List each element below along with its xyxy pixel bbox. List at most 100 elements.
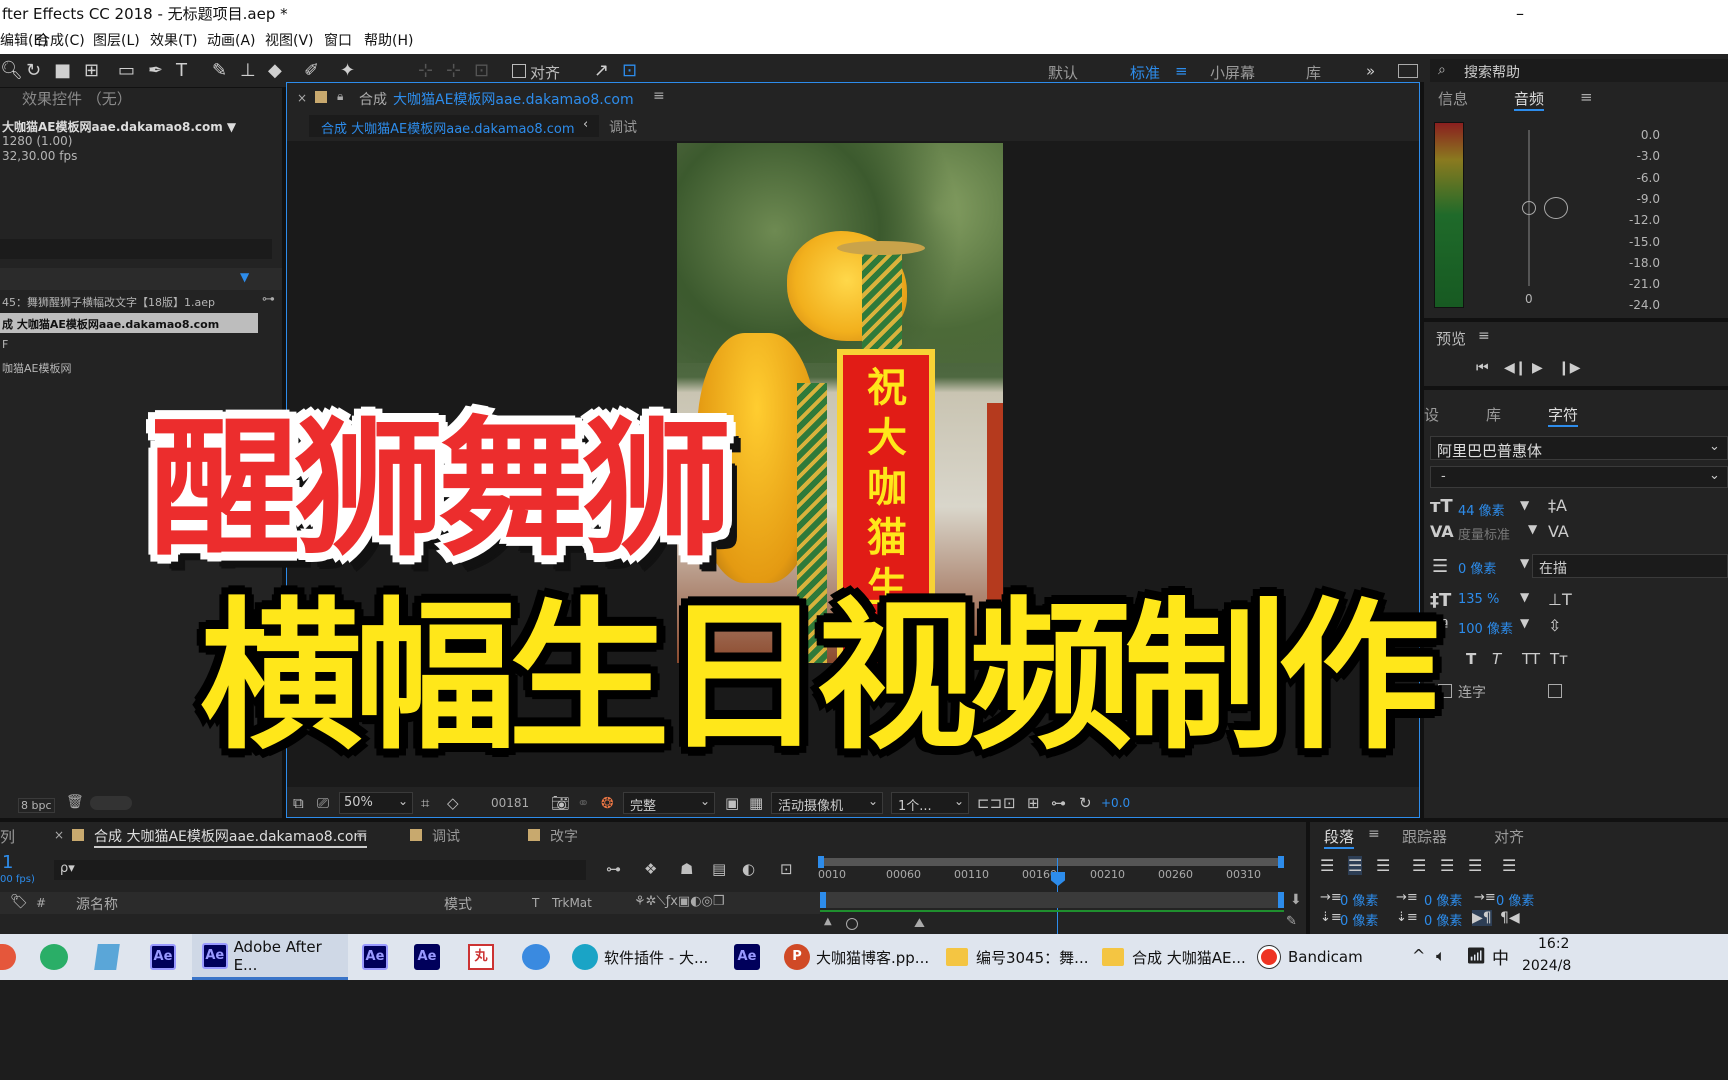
tab-character[interactable]: 字符 bbox=[1548, 404, 1579, 427]
show-snapshot-icon[interactable]: ⚭ bbox=[577, 794, 590, 812]
all-caps-button[interactable]: TT bbox=[1522, 650, 1540, 668]
taskbar-item-powerpoint[interactable]: P 大咖猫博客.pp... bbox=[784, 934, 929, 980]
breadcrumb-debug[interactable]: 调试 bbox=[609, 117, 637, 137]
flowchart-icon[interactable]: ⊶ bbox=[1051, 794, 1066, 812]
faux-italic-button[interactable]: T bbox=[1492, 650, 1501, 668]
project-search-input[interactable] bbox=[0, 239, 272, 259]
axis-world-icon[interactable]: ⊹ bbox=[446, 60, 461, 81]
more-workspaces-button[interactable]: » bbox=[1366, 62, 1375, 80]
timeline-tab-debug[interactable]: 调试 bbox=[432, 826, 460, 846]
timeline-tab-main[interactable]: 合成 大咖猫AE模板网aae.dakamao8.com bbox=[94, 826, 368, 848]
trash-icon[interactable]: 🗑︎ bbox=[66, 794, 84, 810]
workspace-default[interactable]: 默认 bbox=[1048, 62, 1078, 83]
tab-audio[interactable]: 音频 bbox=[1514, 88, 1545, 111]
effects-panel-title[interactable]: 效果控件 （无） bbox=[22, 88, 132, 109]
column-trkmat[interactable]: TrkMat bbox=[552, 896, 592, 910]
ae-taskbar-icon-2[interactable]: Ae bbox=[362, 934, 388, 980]
roto-brush-tool-icon[interactable]: ✐ bbox=[304, 60, 319, 81]
views-select[interactable]: 1个... ⌄ bbox=[891, 792, 969, 814]
menu-effect[interactable]: 效果(T) bbox=[150, 28, 197, 54]
menu-window[interactable]: 窗口 bbox=[324, 28, 352, 54]
comp-tab-menu-icon[interactable]: ≡ bbox=[653, 88, 665, 104]
workspace-menu-icon[interactable]: ≡ bbox=[1175, 62, 1188, 80]
chevron-down-icon[interactable]: ▼ bbox=[1520, 498, 1529, 512]
menu-animation[interactable]: 动画(A) bbox=[207, 28, 256, 54]
help-search-box[interactable]: ⌕ 搜索帮助 bbox=[1430, 59, 1728, 83]
justify-center-icon[interactable]: ☰ bbox=[1440, 856, 1454, 875]
indent-right-value[interactable]: 0 像素 bbox=[1424, 890, 1462, 909]
clone-stamp-tool-icon[interactable]: ⊥ bbox=[240, 60, 256, 81]
snap-box-icon[interactable]: ⊡ bbox=[622, 60, 637, 81]
stroke-type-select[interactable]: 在描 bbox=[1532, 554, 1728, 578]
align-right-icon[interactable]: ☰ bbox=[1376, 856, 1390, 875]
resolution-select[interactable]: 完整 ⌄ bbox=[623, 792, 715, 814]
puppet-pin-tool-icon[interactable]: ✦ bbox=[340, 60, 355, 81]
ime-indicator[interactable]: 中 bbox=[1492, 944, 1509, 969]
clock-time[interactable]: 16:2 bbox=[1538, 936, 1569, 952]
wrench-icon[interactable]: ✎ bbox=[1286, 914, 1297, 929]
keyboard-icon[interactable] bbox=[1398, 64, 1418, 78]
motion-blur-icon[interactable]: ◐ bbox=[742, 860, 755, 878]
volume-slider-left[interactable] bbox=[1522, 201, 1536, 215]
close-tab-icon[interactable]: × bbox=[54, 828, 64, 842]
layer-duration-bar[interactable] bbox=[820, 892, 1284, 908]
align-checkbox[interactable] bbox=[512, 64, 526, 78]
justify-all-icon[interactable]: ☰ bbox=[1502, 856, 1516, 875]
project-item-footage[interactable]: 咖猫AE模板网 bbox=[2, 360, 71, 376]
first-frame-icon[interactable]: ⏮ bbox=[1476, 360, 1489, 376]
snap-icon[interactable]: ↗ bbox=[594, 60, 609, 81]
monitor-icon[interactable]: ⎚ bbox=[317, 794, 329, 812]
draft-3d-icon[interactable]: ❖ bbox=[644, 860, 657, 878]
pen-tool-icon[interactable]: ✒ bbox=[148, 60, 163, 81]
zoom-tool-icon[interactable]: 🔍︎ bbox=[0, 60, 23, 81]
ligature-checkbox[interactable] bbox=[1438, 684, 1452, 698]
flowchart-icon[interactable]: ⊶ bbox=[262, 292, 275, 307]
justify-left-icon[interactable]: ☰ bbox=[1412, 856, 1426, 875]
vertical-scale-value[interactable]: 135 % bbox=[1458, 592, 1499, 607]
camera-tool-icon[interactable]: ■ bbox=[54, 60, 71, 81]
rotate-tool-icon[interactable]: ↻ bbox=[26, 60, 41, 81]
volume-icon[interactable]: 🔈︎ bbox=[1436, 946, 1446, 966]
small-caps-button[interactable]: Tт bbox=[1550, 650, 1568, 668]
workspace-library[interactable]: 库 bbox=[1306, 62, 1321, 83]
taskbar-item-bandicam[interactable]: Bandicam bbox=[1258, 934, 1363, 980]
rectangle-tool-icon[interactable]: ▭ bbox=[118, 60, 135, 81]
wechat-icon[interactable] bbox=[40, 934, 70, 980]
column-mode[interactable]: 模式 bbox=[444, 894, 472, 914]
eraser-tool-icon[interactable]: ◆ bbox=[268, 60, 282, 81]
indent-first-value[interactable]: 0 像素 bbox=[1496, 890, 1534, 909]
ltr-direction-icon[interactable]: ▶¶ bbox=[1472, 910, 1492, 926]
toggle-pixel-aspect-icon[interactable]: ⊏⊐ bbox=[977, 794, 1002, 812]
menu-view[interactable]: 视图(V) bbox=[265, 28, 314, 54]
workspace-small-screen[interactable]: 小屏幕 bbox=[1210, 62, 1255, 83]
hide-shy-layers-icon[interactable]: ☗ bbox=[680, 860, 693, 878]
pan-behind-tool-icon[interactable]: ⊞ bbox=[84, 60, 99, 81]
axis-local-icon[interactable]: ⊹ bbox=[418, 60, 433, 81]
minimize-button[interactable]: – bbox=[1516, 0, 1524, 28]
align-left-icon[interactable]: ☰ bbox=[1320, 856, 1334, 875]
current-time[interactable]: 00181 bbox=[491, 796, 529, 810]
region-of-interest-icon[interactable]: ▣ bbox=[725, 794, 739, 812]
panel-menu-icon[interactable]: ≡ bbox=[356, 826, 368, 842]
panel-menu-icon[interactable]: ≡ bbox=[1368, 826, 1380, 842]
comp-marker-bin-icon[interactable]: ⬇ bbox=[1290, 892, 1302, 908]
project-item-folder[interactable]: F bbox=[2, 338, 8, 351]
menu-composition[interactable]: 合成(C) bbox=[36, 28, 85, 54]
justify-right-icon[interactable]: ☰ bbox=[1468, 856, 1482, 875]
space-before-value[interactable]: 0 像素 bbox=[1340, 910, 1378, 929]
next-frame-icon[interactable]: ❙▶ bbox=[1558, 360, 1581, 376]
kerning-value[interactable]: 度量标准 bbox=[1458, 524, 1510, 543]
panel-menu-icon[interactable]: ≡ bbox=[1580, 88, 1593, 106]
tab-align[interactable]: 对齐 bbox=[1494, 826, 1524, 847]
chevron-down-icon[interactable]: ▼ bbox=[1520, 556, 1529, 570]
hindi-digits-checkbox[interactable] bbox=[1548, 684, 1562, 698]
project-item-selected[interactable]: 成 大咖猫AE模板网aae.dakamao8.com bbox=[0, 313, 258, 333]
tab-paragraph[interactable]: 段落 bbox=[1324, 826, 1355, 849]
taskbar-item-folder-2[interactable]: 合成 大咖猫AE... bbox=[1102, 934, 1246, 980]
baseline-shift-value[interactable]: 100 像素 bbox=[1458, 618, 1513, 637]
space-after-value[interactable]: 0 像素 bbox=[1424, 910, 1462, 929]
font-family-select[interactable]: 阿里巴巴普惠体 ⌄ bbox=[1430, 436, 1728, 460]
ae-taskbar-icon-1[interactable]: Ae bbox=[150, 934, 176, 980]
project-scrollbar[interactable] bbox=[90, 796, 132, 810]
safe-margins-icon[interactable]: ⌗ bbox=[421, 794, 429, 812]
